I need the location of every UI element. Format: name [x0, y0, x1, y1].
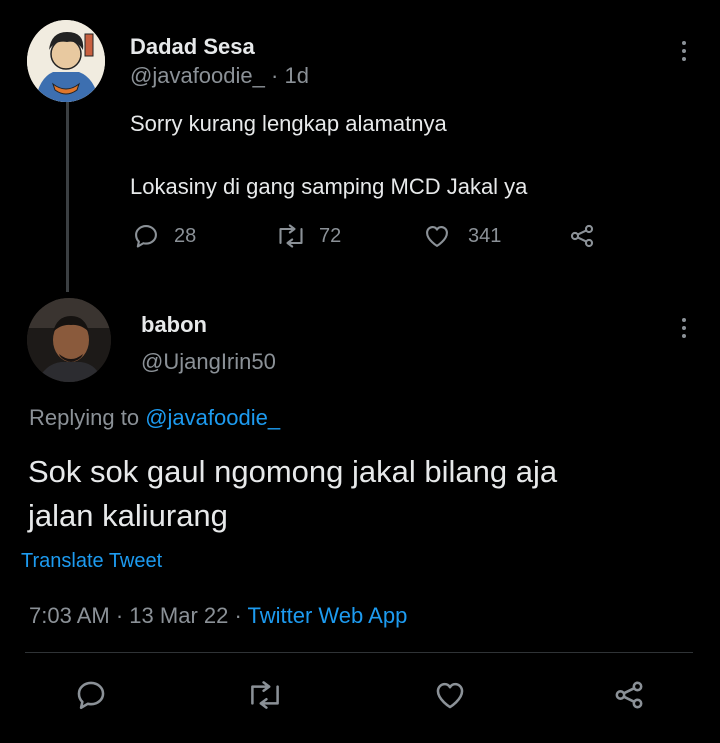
- translate-tweet-link[interactable]: Translate Tweet: [21, 550, 162, 573]
- handle[interactable]: @javafoodie_: [130, 63, 265, 88]
- handle[interactable]: @UjangIrin50: [141, 349, 276, 375]
- handle-row: @javafoodie_ · 1d: [130, 63, 309, 89]
- tweet-age[interactable]: 1d: [284, 63, 308, 88]
- avatar[interactable]: [27, 20, 105, 102]
- reply-button[interactable]: 28: [132, 222, 196, 250]
- replying-handle-link[interactable]: @javafoodie_: [145, 405, 280, 430]
- tweet-text-line: Sorry kurang lengkap alamatnya: [130, 111, 447, 136]
- share-icon: [570, 224, 594, 248]
- like-count: 341: [468, 224, 502, 247]
- separator: ·: [271, 63, 279, 88]
- share-button[interactable]: [611, 678, 647, 712]
- retweet-icon: [279, 224, 303, 248]
- reply-count: 28: [174, 224, 197, 247]
- replying-prefix: Replying to: [29, 405, 140, 430]
- tweet-text-line: jalan kaliurang: [28, 498, 228, 533]
- separator: ·: [234, 603, 242, 628]
- separator: ·: [115, 603, 124, 628]
- avatar-photo: [27, 298, 111, 382]
- tweet-time[interactable]: 7:03 AM: [29, 603, 110, 628]
- like-button[interactable]: [432, 678, 468, 712]
- tweet-text: Sok sok gaul ngomong jakal bilang aja ja…: [28, 450, 557, 538]
- tweet-text-line: Lokasiny di gang samping MCD Jakal ya: [130, 174, 528, 199]
- source-link[interactable]: Twitter Web App: [248, 603, 408, 628]
- divider: [25, 652, 693, 653]
- share-button[interactable]: [568, 222, 596, 250]
- tweet-date[interactable]: 13 Mar 22: [129, 603, 228, 628]
- retweet-button[interactable]: [244, 678, 286, 712]
- display-name[interactable]: babon: [141, 312, 207, 338]
- tweet-text-line: Sok sok gaul ngomong jakal bilang aja: [28, 454, 558, 489]
- heart-icon: [426, 225, 448, 247]
- reply-icon: [77, 681, 105, 710]
- reply-icon: [135, 225, 157, 248]
- retweet-button[interactable]: 72: [273, 222, 341, 250]
- thread-line: [66, 102, 69, 292]
- retweet-count: 72: [319, 224, 342, 247]
- avatar-illustration: [27, 20, 105, 102]
- tweet-meta: 7:03 AM · 13 Mar 22 · Twitter Web App: [29, 603, 407, 629]
- display-name[interactable]: Dadad Sesa: [130, 34, 255, 60]
- avatar[interactable]: [27, 298, 111, 382]
- replying-to: Replying to @javafoodie_: [29, 405, 280, 431]
- heart-icon: [436, 682, 464, 709]
- share-icon: [615, 681, 643, 709]
- like-button[interactable]: 341: [422, 222, 501, 250]
- reply-button[interactable]: [74, 678, 108, 712]
- more-icon[interactable]: [674, 313, 694, 343]
- retweet-icon: [251, 681, 279, 709]
- more-icon[interactable]: [674, 36, 694, 66]
